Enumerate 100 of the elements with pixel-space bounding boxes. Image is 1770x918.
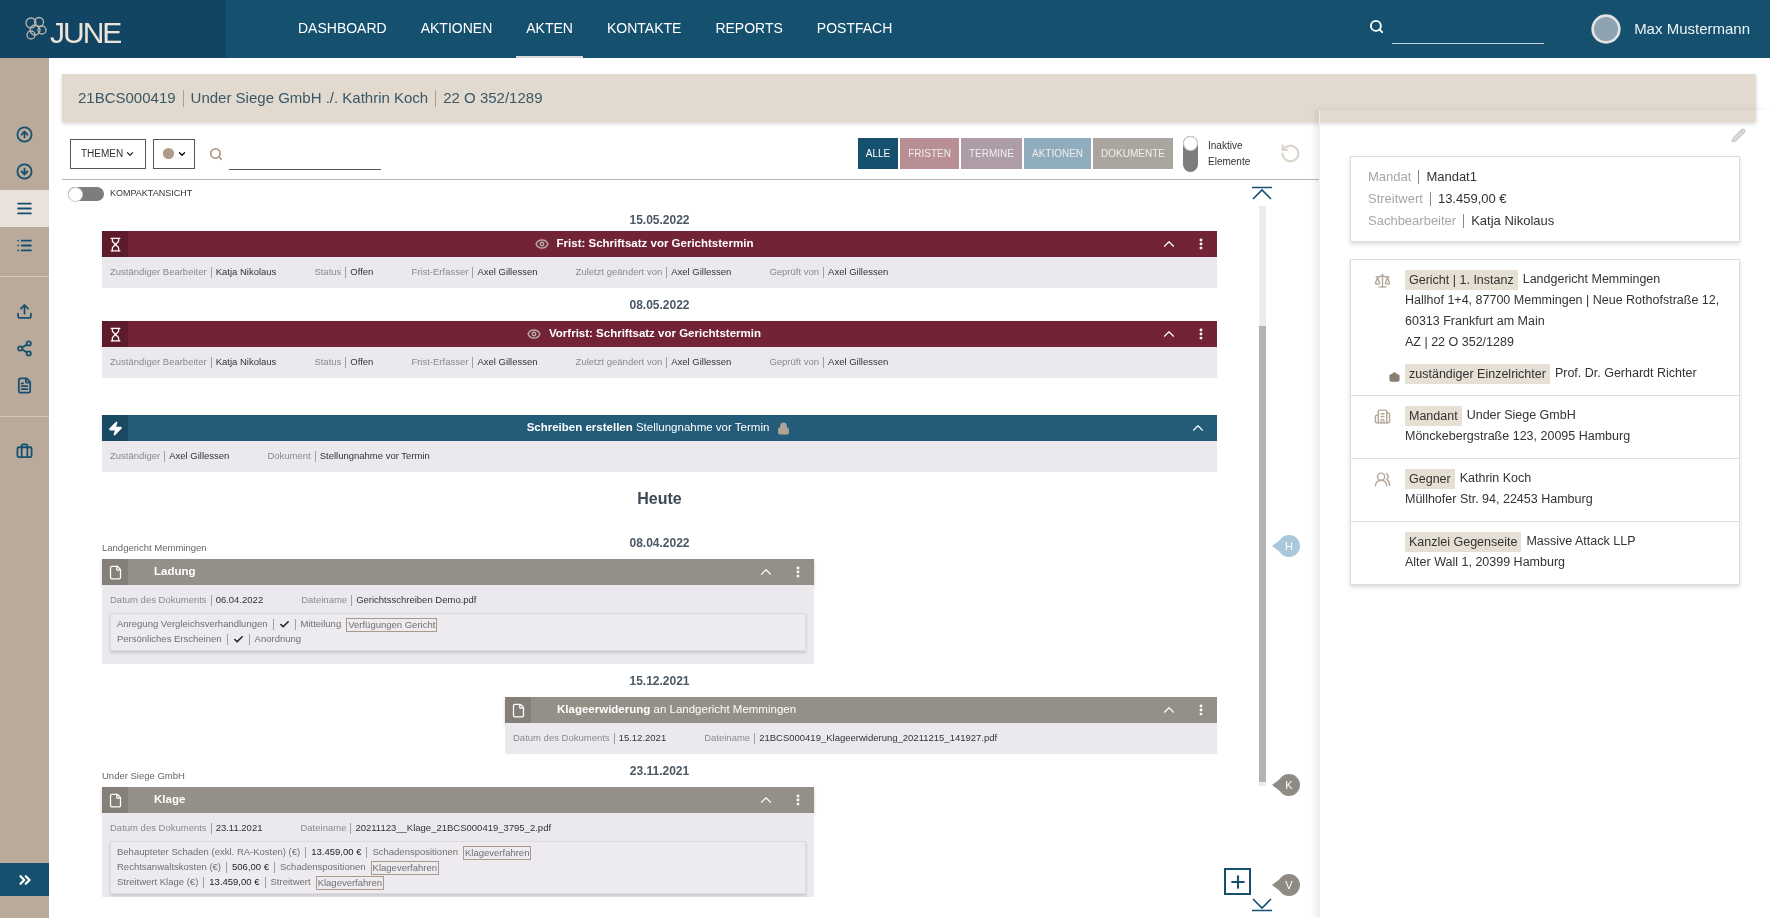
- card-header[interactable]: Vorfrist: Schriftsatz vor Gerichtstermin: [102, 321, 1217, 347]
- search-icon[interactable]: [1369, 18, 1385, 34]
- field-value: Katja Nikolaus: [215, 354, 277, 369]
- scrollbar-thumb[interactable]: [1259, 326, 1266, 782]
- file-icon: [510, 702, 526, 718]
- today-label: Heute: [637, 489, 682, 509]
- field-label: Dokument: [267, 448, 311, 463]
- source-label: Landgericht Memmingen: [102, 542, 207, 553]
- list-icon: [16, 237, 33, 254]
- add-button[interactable]: [1224, 868, 1251, 895]
- amount-value: 506,00 €: [232, 860, 269, 875]
- card-title: Klage: [154, 792, 186, 808]
- field-label: Dateiname: [704, 730, 751, 745]
- field-label: Datum des Dokuments: [513, 730, 610, 745]
- card-title: Klageerwiderung an Landgericht Memmingen: [557, 702, 797, 718]
- field-value: 15.12.2021: [618, 730, 667, 745]
- party-role-tag: Kanzlei Gegenseite: [1405, 531, 1522, 552]
- field-label: Dateiname: [301, 592, 348, 607]
- eye-icon[interactable]: [534, 237, 549, 251]
- party-address: Hallhof 1+4, 87700 Memmingen | Neue Rothofstraße 12, 60313 Frankfurt am Main: [1405, 292, 1721, 330]
- arrow-down-icon: [16, 163, 33, 180]
- field-value: Katja Nikolaus: [215, 264, 277, 279]
- arrow-up-icon: [16, 126, 33, 143]
- user-icon: [161, 146, 177, 161]
- nav-tab[interactable]: REPORTS: [705, 0, 793, 58]
- toggle-label: KOMPAKTANSICHT: [110, 187, 193, 201]
- scales-icon: [1373, 272, 1391, 289]
- extra-category: Anordnung: [254, 632, 302, 647]
- field-label: Status: [314, 354, 342, 369]
- party-name: Kathrin Koch: [1459, 470, 1532, 487]
- field-label: Dateiname: [300, 820, 347, 835]
- tag: Klageverfahren: [370, 860, 440, 875]
- lines-icon: [16, 200, 33, 217]
- avatar-icon[interactable]: [1590, 13, 1623, 45]
- nav-tab[interactable]: AKTIONEN: [410, 0, 503, 58]
- summary-label: Mandat: [1368, 168, 1412, 186]
- case-header-text: 21BCS000419: [78, 87, 176, 108]
- filter-button[interactable]: ALLE: [857, 138, 899, 169]
- nav-tab[interactable]: KONTAKTE: [596, 0, 692, 58]
- summary-value: Katja Nikolaus: [1471, 212, 1555, 230]
- sidebar-item[interactable]: [0, 190, 49, 227]
- toggle-switch[interactable]: [1183, 135, 1198, 172]
- field-value: Offen: [350, 264, 374, 279]
- extra-category: Mitteilung: [300, 617, 342, 632]
- field-value: Axel Gillessen: [477, 354, 538, 369]
- themes-dropdown[interactable]: THEMEN: [70, 138, 147, 169]
- field-value: Axel Gillessen: [477, 264, 538, 279]
- party-role-tag: Mandant: [1405, 405, 1462, 426]
- field-label: Zuständiger Bearbeiter: [110, 354, 207, 369]
- field-label: Zuständiger: [110, 448, 161, 463]
- source-label: Under Siege GmbH: [102, 770, 185, 781]
- extra-label: Anregung Vergleichsverhandlungen: [117, 617, 268, 632]
- logo-text: JUNE: [50, 18, 121, 48]
- nav-tab[interactable]: DASHBOARD: [288, 0, 397, 58]
- field-label: Frist-Erfasser: [411, 264, 469, 279]
- user-name[interactable]: Max Mustermann: [1634, 17, 1750, 41]
- field-value: Axel Gillessen: [828, 264, 889, 279]
- tag: Klageverfahren: [315, 875, 385, 890]
- field-value: Offen: [350, 354, 374, 369]
- field-label: Datum des Dokuments: [110, 592, 207, 607]
- extra-category: Streitwert: [270, 875, 311, 890]
- nav-tab[interactable]: POSTFACH: [806, 0, 903, 58]
- share-icon: [16, 340, 33, 357]
- upload-icon: [16, 303, 33, 320]
- field-value: 23.11.2021: [215, 820, 263, 835]
- party-name: Under Siege GmbH: [1466, 407, 1576, 424]
- field-label: Geprüft von: [769, 354, 820, 369]
- card-header[interactable]: Schreiben erstellen Stellungnahme vor Termin: [102, 415, 1217, 441]
- field-label: Frist-Erfasser: [411, 354, 469, 369]
- tag: Verfügungen Gericht: [346, 617, 438, 632]
- field-label: Zuletzt geändert von: [575, 354, 663, 369]
- summary-value: 13.459,00 €: [1437, 190, 1507, 208]
- party-role-tag: zuständiger Einzelrichter: [1405, 363, 1550, 384]
- nav-tab[interactable]: AKTEN: [516, 0, 583, 58]
- date-label: 08.04.2022: [629, 534, 690, 552]
- field-label: Geprüft von: [769, 264, 820, 279]
- scroll-to-bottom-icon[interactable]: [1251, 898, 1273, 912]
- card-title: Vorfrist: Schriftsatz vor Gerichtstermin: [549, 326, 761, 342]
- date-label: 15.12.2021: [629, 672, 690, 690]
- eye-icon[interactable]: [527, 327, 541, 341]
- logo-icon: [24, 16, 48, 42]
- briefcase-icon: [1389, 372, 1400, 383]
- case-header-text: Under Siege GmbH ./. Kathrin Koch: [190, 87, 429, 108]
- document-icon: [16, 377, 33, 394]
- amount-value: 13.459,00 €: [209, 875, 260, 890]
- expand-button[interactable]: [0, 863, 49, 896]
- party-role-tag: Gericht | 1. Instanz: [1405, 269, 1518, 290]
- field-value: Axel Gillessen: [671, 264, 732, 279]
- card-header[interactable]: Frist: Schriftsatz vor Gerichtstermin: [102, 231, 1217, 257]
- extra-label: Rechtsanwaltskosten (€): [117, 860, 222, 875]
- party-name: Massive Attack LLP: [1526, 533, 1636, 550]
- user-filter-dropdown[interactable]: [153, 138, 196, 169]
- date-label: 08.05.2022: [629, 296, 690, 314]
- file-icon: [107, 564, 123, 580]
- field-value: 21BCS000419_Klageerwiderung_20211215_141927.pdf: [759, 730, 998, 745]
- party-address: AZ | 22 O 352/1289: [1405, 334, 1515, 351]
- scroll-to-top-icon[interactable]: [1251, 186, 1273, 200]
- date-label: 23.11.2021: [629, 762, 690, 780]
- tag: Klageverfahren: [463, 845, 532, 860]
- toggle-switch[interactable]: [68, 187, 104, 201]
